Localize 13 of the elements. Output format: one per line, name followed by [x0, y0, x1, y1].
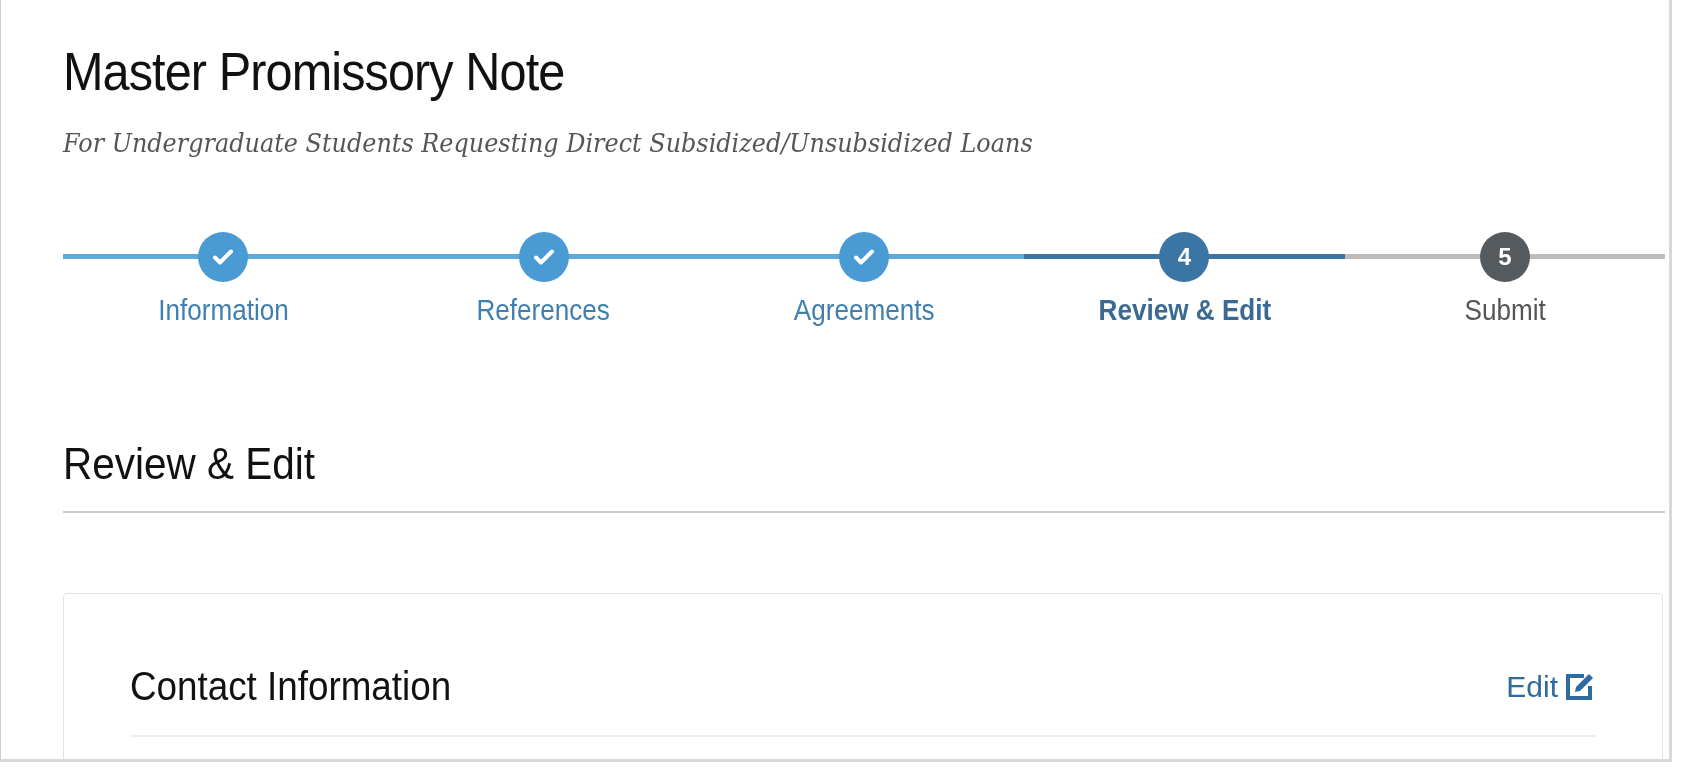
- section-heading: Review & Edit: [63, 439, 316, 489]
- step-label[interactable]: Agreements: [793, 294, 935, 327]
- step-label[interactable]: Submit: [1464, 294, 1546, 327]
- edit-icon: [1564, 671, 1596, 702]
- page-title: Master Promissory Note: [63, 40, 566, 102]
- step-label[interactable]: References: [476, 294, 611, 327]
- step-marker: 5: [1479, 232, 1530, 282]
- page-subtitle: For Undergraduate Students Requesting Direct Subsidized/Unsubsidized Loans: [63, 128, 1034, 158]
- card-title: Contact Information: [130, 664, 452, 709]
- step-label[interactable]: Review & Edit: [1098, 294, 1271, 327]
- edit-link[interactable]: Edit: [1506, 669, 1596, 704]
- step-label[interactable]: Information: [157, 294, 289, 327]
- step-marker: 4: [1159, 232, 1210, 282]
